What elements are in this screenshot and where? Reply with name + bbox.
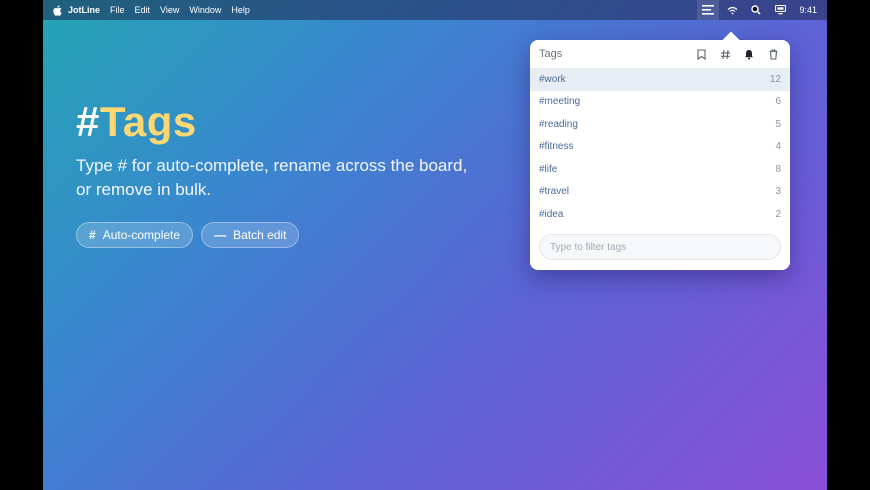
auto-complete-pill[interactable]: # Auto-complete xyxy=(76,222,194,248)
tag-name: #life xyxy=(539,163,558,175)
pill-label: Batch edit xyxy=(233,228,287,242)
bell-icon[interactable] xyxy=(741,46,757,62)
feature-pills: # Auto-complete — Batch edit xyxy=(76,222,300,248)
menu-edit[interactable]: Edit xyxy=(135,5,151,15)
pill-label: Auto-complete xyxy=(102,228,181,242)
tag-name: #meeting xyxy=(539,96,581,108)
tags-popover: Tags #work 12 #meeting 6 #reading 5 #fit… xyxy=(530,31,790,270)
menu-file[interactable]: File xyxy=(110,5,125,15)
tag-row-work[interactable]: #work 12 xyxy=(530,68,790,91)
batch-edit-pill[interactable]: — Batch edit xyxy=(201,222,300,248)
menu-help[interactable]: Help xyxy=(231,5,250,15)
hero-description: Type # for auto-complete, rename across … xyxy=(76,156,468,199)
tag-row-reading[interactable]: #reading 5 xyxy=(530,113,790,136)
tag-row-travel[interactable]: #travel 3 xyxy=(530,181,790,204)
tag-name: #reading xyxy=(539,118,578,130)
menu-clock[interactable]: 9:41 xyxy=(799,5,817,15)
tag-row-fitness[interactable]: #fitness 4 xyxy=(530,136,790,159)
menu-window[interactable]: Window xyxy=(189,5,221,15)
tag-name: #work xyxy=(539,73,566,85)
tag-row-meeting[interactable]: #meeting 6 xyxy=(530,91,790,114)
tag-count: 4 xyxy=(775,141,781,153)
control-center-icon[interactable] xyxy=(769,0,791,20)
hero-title-prefix: # xyxy=(76,98,100,145)
tag-count: 3 xyxy=(775,186,781,198)
tag-count: 12 xyxy=(769,73,781,85)
popover-title: Tags xyxy=(539,48,563,60)
search-icon[interactable] xyxy=(745,0,767,20)
app-name-menu[interactable]: JotLine xyxy=(68,5,100,15)
menu-view[interactable]: View xyxy=(160,5,179,15)
tag-name: #fitness xyxy=(539,141,574,153)
tag-count: 2 xyxy=(775,208,781,220)
trash-icon[interactable] xyxy=(765,46,781,62)
tag-count: 8 xyxy=(775,163,781,175)
dash-icon: — xyxy=(214,228,227,242)
tag-list: #work 12 #meeting 6 #reading 5 #fitness … xyxy=(530,68,790,226)
tag-filter-input[interactable] xyxy=(539,234,781,260)
tag-row-life[interactable]: #life 8 xyxy=(530,158,790,181)
hero-title: #Tags xyxy=(76,98,197,146)
menu-bar: JotLine File Edit View Window Help 9:41 xyxy=(43,0,827,20)
tag-row-idea[interactable]: #idea 2 xyxy=(530,203,790,226)
bookmark-icon[interactable] xyxy=(693,46,709,62)
wifi-icon[interactable] xyxy=(721,0,743,20)
popover-header: Tags xyxy=(530,40,790,68)
tag-count: 5 xyxy=(775,118,781,130)
popover-toolbar xyxy=(693,46,781,62)
hero-title-word: Tags xyxy=(99,98,197,145)
tags-menu-icon[interactable] xyxy=(697,0,720,20)
tag-count: 6 xyxy=(775,96,781,108)
apple-menu-icon[interactable] xyxy=(52,4,62,16)
hash-icon[interactable] xyxy=(717,46,733,62)
hash-icon: # xyxy=(89,228,96,242)
tag-name: #travel xyxy=(539,186,570,198)
desktop: JotLine File Edit View Window Help 9:41 … xyxy=(43,0,827,490)
tag-name: #idea xyxy=(539,208,564,220)
